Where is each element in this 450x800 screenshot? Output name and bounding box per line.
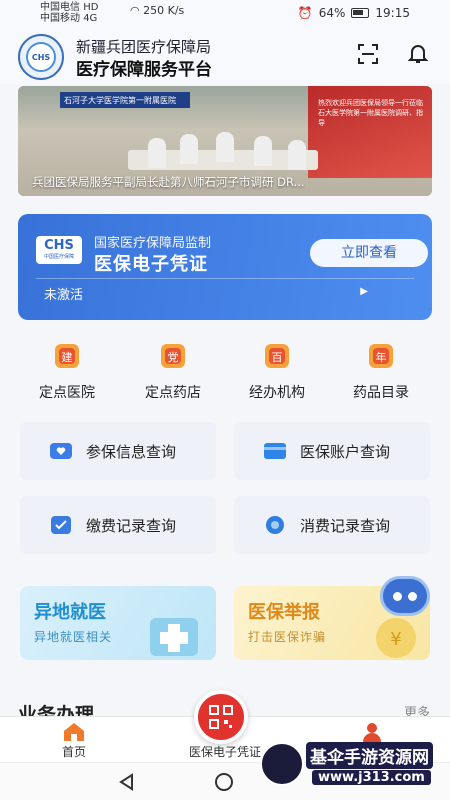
banner-screen-text: 热烈欢迎兵团医保局领导一行莅临 石大医学院第一附属医院调研、指导	[318, 99, 423, 127]
tile-insurance-info-query[interactable]: 参保信息查询	[20, 422, 216, 480]
tile-label: 消费记录查询	[300, 516, 391, 535]
news-banner[interactable]: 石河子大学医学院第一附属医院 热烈欢迎兵团医保局领导一行莅临 石大医学院第一附属…	[18, 86, 432, 196]
speed-value: 250	[143, 4, 165, 17]
banner-person	[216, 132, 234, 162]
watermark-logo-icon	[260, 742, 304, 786]
view-now-button[interactable]: 立即查看	[310, 239, 428, 267]
chs-logo-sub: 中国医疗保障	[43, 254, 74, 260]
platform-name: 医疗保障服务平台	[76, 60, 212, 80]
org-name: 新疆兵团医疗保障局	[76, 38, 212, 56]
assistant-robot-icon[interactable]	[380, 576, 430, 616]
lantern-icon: 建	[49, 338, 85, 374]
quick-action-label: 定点药店	[145, 385, 201, 401]
qr-code-icon	[209, 705, 233, 729]
tab-home[interactable]: 首页	[24, 717, 124, 760]
carrier-2: 中国移动	[40, 13, 80, 24]
quick-action-hospital[interactable]: 建 定点医院	[22, 338, 112, 402]
network-badge-1: HD	[83, 2, 99, 13]
tile-account-query[interactable]: 医保账户查询	[234, 422, 430, 480]
lantern-icon: 党	[155, 338, 191, 374]
network-speed: ◠ 250 K/s	[130, 4, 184, 17]
quick-action-label: 经办机构	[249, 385, 305, 401]
quick-action-label: 药品目录	[353, 385, 409, 401]
yuan-coin-icon: ¥	[376, 618, 416, 658]
network-badge-2: 4G	[83, 13, 98, 24]
scan-icon[interactable]	[356, 42, 380, 66]
section-more-link[interactable]: 更多	[404, 702, 430, 716]
logo-emblem: CHS	[26, 42, 56, 72]
banner-person	[148, 138, 166, 168]
home-icon	[24, 717, 124, 743]
lantern-icon: 年	[363, 338, 399, 374]
tile-consumption-record-query[interactable]: 消费记录查询	[234, 496, 430, 554]
carrier-info: 中国电信 HD 中国移动 4G	[40, 2, 98, 24]
banner-sign: 石河子大学医学院第一附属医院	[60, 92, 190, 108]
battery-icon	[351, 8, 370, 18]
watermark: 基伞手游资源网 www.j313.com	[254, 736, 446, 794]
app-header: CHS 新疆兵团医疗保障局 医疗保障服务平台	[0, 28, 450, 84]
chs-logo-text: CHS	[44, 238, 74, 253]
lantern-icon: 百	[259, 338, 295, 374]
svg-text:年: 年	[376, 350, 387, 364]
tab-label: 首页	[61, 745, 86, 759]
battery-percent: 64%	[318, 6, 346, 20]
tile-label: 缴费记录查询	[86, 516, 177, 535]
svg-text:党: 党	[168, 351, 179, 364]
home-circle-icon[interactable]	[214, 772, 234, 792]
certificate-title: 医保电子凭证	[94, 254, 208, 275]
bell-icon[interactable]	[406, 42, 430, 66]
tile-payment-record-query[interactable]: 缴费记录查询	[20, 496, 216, 554]
watermark-url: www.j313.com	[312, 770, 431, 785]
wifi-icon: ◠	[130, 4, 140, 17]
alarm-icon: ⏰	[297, 6, 313, 20]
qr-code-button[interactable]	[194, 690, 248, 744]
clock: 19:15	[375, 6, 410, 20]
back-icon[interactable]	[118, 773, 136, 791]
quick-action-agency[interactable]: 百 经办机构	[232, 338, 322, 402]
card-divider	[36, 278, 414, 279]
speed-unit: K/s	[167, 4, 185, 17]
coin-icon	[262, 514, 288, 536]
play-arrow-icon[interactable]: ▶	[360, 286, 368, 297]
banner-person	[254, 136, 272, 166]
banner-caption: 兵团医保局服务平副局长赴第八师石河子市调研 DR...	[32, 175, 305, 189]
carrier-1: 中国电信	[40, 2, 80, 13]
svg-text:建: 建	[62, 350, 73, 364]
banner-person	[180, 134, 198, 164]
org-logo: CHS	[18, 34, 64, 80]
chs-logo: CHS 中国医疗保障	[36, 236, 82, 264]
activation-status: 未激活	[44, 288, 84, 303]
quick-action-pharmacy[interactable]: 党 定点药店	[128, 338, 218, 402]
promo-remote-medical[interactable]: 异地就医 异地就医相关	[20, 586, 216, 660]
heart-card-icon	[48, 440, 74, 462]
svg-text:百: 百	[272, 351, 283, 364]
banner-person	[288, 140, 306, 170]
app-screen: 中国电信 HD 中国移动 4G ◠ 250 K/s ⏰ 64% 19:15 CH…	[0, 0, 450, 800]
quick-action-label: 定点医院	[39, 385, 95, 401]
svg-text:¥: ¥	[390, 629, 401, 650]
medical-cross-icon	[150, 618, 198, 656]
quick-action-drug-catalog[interactable]: 年 药品目录	[336, 338, 426, 402]
check-card-icon	[48, 514, 74, 536]
status-right: ⏰ 64% 19:15	[298, 6, 410, 20]
tile-label: 参保信息查询	[86, 442, 177, 461]
status-bar: 中国电信 HD 中国移动 4G ◠ 250 K/s ⏰ 64% 19:15	[0, 0, 450, 28]
insurance-certificate-card[interactable]: CHS 中国医疗保障 国家医疗保障局监制 医保电子凭证 立即查看 未激活 ▶	[18, 214, 432, 320]
section-title: 业务办理	[18, 704, 95, 716]
certificate-supervisor: 国家医疗保障局监制	[94, 236, 212, 251]
card-icon	[262, 440, 288, 462]
watermark-title: 基伞手游资源网	[306, 742, 433, 769]
tile-label: 医保账户查询	[300, 442, 391, 461]
